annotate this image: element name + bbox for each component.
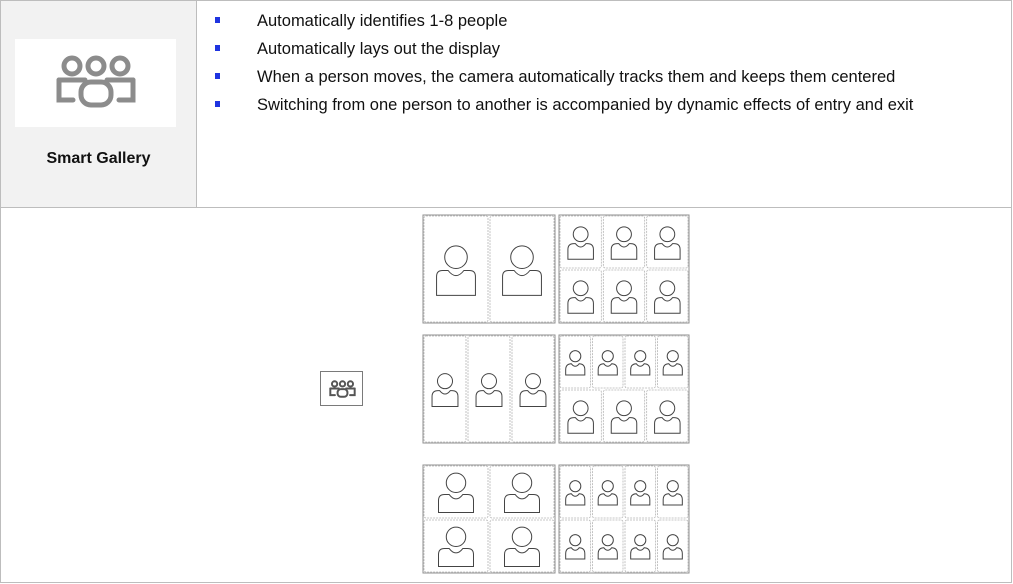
feature-name-cell: Smart Gallery [1,1,197,207]
layout-diagram [422,464,690,574]
layout-4-and-8 [421,464,691,576]
bullet-square-icon [215,73,220,79]
layout-3-and-7 [421,334,691,446]
layout-examples-row [1,208,1011,582]
bullet-square-icon [215,101,220,107]
bullet-item: Switching from one person to another is … [215,92,1005,118]
screen-frame [558,214,690,324]
bullet-square-icon [215,45,220,51]
screen-frame [422,214,556,324]
feature-description-cell: Automatically identifies 1-8 people Auto… [197,1,1011,207]
screen-frame [422,464,556,574]
layout-diagram [422,214,690,324]
feature-table: Smart Gallery Automatically identifies 1… [0,0,1012,583]
layout-2-and-6 [421,214,691,326]
feature-title: Smart Gallery [46,150,151,167]
bullet-item: Automatically lays out the display [215,36,1005,62]
bullet-item: When a person moves, the camera automati… [215,64,1005,90]
bullet-item: Automatically identifies 1-8 people [215,8,1005,34]
smart-gallery-icon [15,39,176,127]
bullet-square-icon [215,17,220,23]
feature-row: Smart Gallery Automatically identifies 1… [1,1,1011,208]
layout-diagram [422,334,690,444]
feature-bullet-list: Automatically identifies 1-8 people Auto… [215,8,1005,120]
smart-gallery-small-icon [320,371,363,406]
